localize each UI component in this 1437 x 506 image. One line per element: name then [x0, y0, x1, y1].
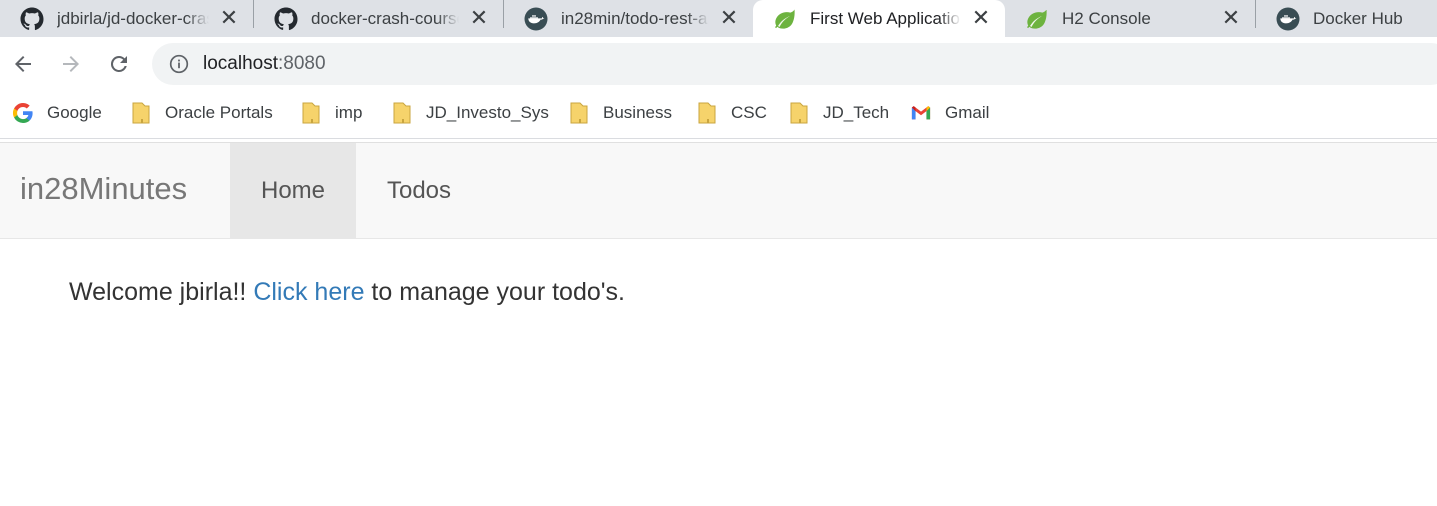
bookmark-gmail[interactable]: Gmail	[911, 101, 989, 125]
folder-icon	[301, 102, 321, 124]
tab-title: First Web Application	[810, 8, 961, 28]
welcome-suffix: to manage your todo's.	[364, 278, 625, 306]
google-icon	[13, 102, 33, 124]
bookmark-jd-tech[interactable]: JD_Tech	[789, 101, 889, 125]
brand-link[interactable]: in28Minutes	[20, 171, 187, 207]
docker-icon	[1276, 7, 1300, 31]
tab-first-web-application[interactable]: First Web Application ✕	[753, 0, 1005, 37]
nav-home-label: Home	[260, 176, 326, 204]
tab-title: docker-crash-course	[311, 8, 459, 28]
url-host: localhost	[203, 53, 278, 74]
bookmark-label: Business	[603, 103, 672, 122]
gmail-icon	[911, 102, 931, 124]
bookmark-jd-investo-sys[interactable]: JD_Investo_Sys	[392, 101, 549, 125]
spring-leaf-icon	[773, 7, 797, 31]
github-icon	[20, 7, 44, 31]
welcome-message: Welcome jbirla!! Click here to manage yo…	[69, 278, 625, 307]
bookmark-google[interactable]: Google	[13, 101, 102, 125]
spring-leaf-icon	[1025, 7, 1049, 31]
tab-close-icon[interactable]: ✕	[1219, 6, 1243, 31]
url-text: localhost:8080	[203, 53, 326, 75]
bookmark-oracle-portals[interactable]: Oracle Portals	[131, 101, 273, 125]
bookmark-imp[interactable]: imp	[301, 101, 362, 125]
tab-docker-hub[interactable]: Docker Hub	[1256, 0, 1437, 37]
tab-close-icon[interactable]: ✕	[467, 6, 491, 31]
folder-icon	[392, 102, 412, 124]
bookmark-csc[interactable]: CSC	[697, 101, 767, 125]
reload-icon	[110, 55, 127, 72]
docker-icon	[524, 7, 548, 31]
tab-close-icon[interactable]: ✕	[217, 6, 241, 31]
bookmark-label: JD_Tech	[823, 103, 890, 122]
folder-icon	[569, 102, 589, 124]
bookmark-business[interactable]: Business	[569, 101, 672, 125]
address-bar[interactable]: localhost:8080	[152, 43, 1437, 85]
reload-button[interactable]	[104, 49, 134, 79]
bookmark-label: Google	[47, 103, 102, 122]
bookmark-label: imp	[335, 103, 363, 122]
tab-title: in28min/todo-rest-api	[561, 8, 709, 28]
arrow-right-icon	[63, 56, 79, 72]
welcome-prefix: Welcome jbirla!!	[69, 278, 254, 306]
back-button[interactable]	[8, 49, 38, 79]
browser-toolbar: localhost:8080	[0, 37, 1437, 91]
url-port: :8080	[278, 53, 326, 74]
arrow-left-icon	[15, 56, 31, 72]
nav-todos[interactable]: Todos	[356, 143, 482, 238]
bookmark-label: Oracle Portals	[165, 103, 273, 122]
tab-close-icon[interactable]: ✕	[969, 6, 993, 31]
folder-icon	[697, 102, 717, 124]
tab-title: Docker Hub	[1313, 8, 1403, 28]
tab-title: H2 Console	[1062, 8, 1151, 28]
tab-title: jdbirla/jd-docker-crash-course	[57, 8, 209, 28]
bookmark-label: CSC	[731, 103, 767, 122]
tab-jd-docker[interactable]: jdbirla/jd-docker-crash-course ✕	[0, 0, 253, 37]
folder-icon	[789, 102, 809, 124]
tab-docker-crash-course[interactable]: docker-crash-course ✕	[254, 0, 503, 37]
tab-close-icon[interactable]: ✕	[717, 6, 741, 31]
tab-h2-console[interactable]: H2 Console ✕	[1005, 0, 1255, 37]
manage-todos-link[interactable]: Click here	[253, 278, 364, 306]
folder-icon	[131, 102, 151, 124]
browser-tab-strip: jdbirla/jd-docker-crash-course ✕ docker-…	[0, 0, 1437, 37]
tab-todo-rest-api[interactable]: in28min/todo-rest-api ✕	[504, 0, 753, 37]
nav-todos-label: Todos	[386, 176, 452, 204]
github-icon	[274, 7, 298, 31]
nav-home[interactable]: Home	[230, 143, 356, 238]
app-navbar: in28Minutes Home Todos	[0, 142, 1437, 239]
info-icon[interactable]	[168, 53, 190, 75]
bookmark-label: Gmail	[945, 103, 990, 122]
forward-button[interactable]	[56, 49, 86, 79]
bookmark-label: JD_Investo_Sys	[426, 103, 549, 122]
bookmarks-bar: Google Oracle Portals imp JD_Investo_Sys…	[0, 91, 1437, 139]
